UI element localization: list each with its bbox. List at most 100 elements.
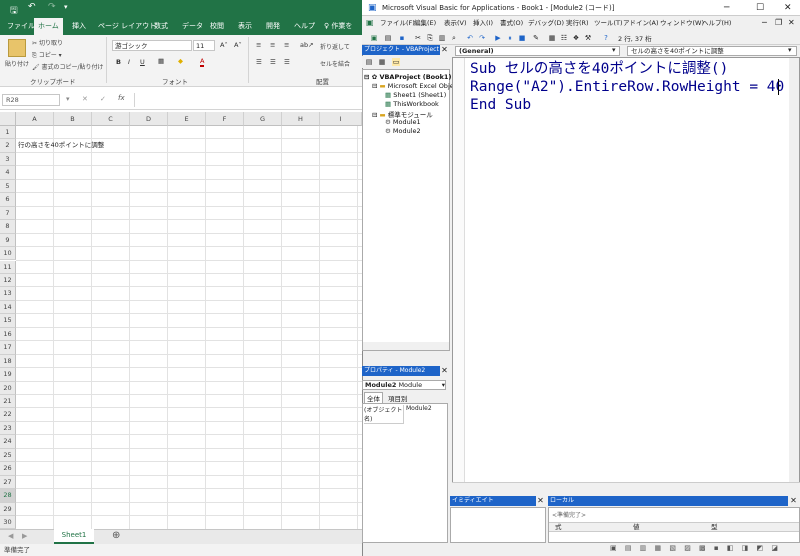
column-header-g[interactable]: G <box>244 112 282 126</box>
italic-button[interactable]: I <box>128 58 130 66</box>
undo-icon[interactable]: ↶ <box>466 34 474 42</box>
namebox-dropdown-icon[interactable]: ▾ <box>66 95 70 103</box>
cut-button[interactable]: ✂ 切り取り <box>32 38 63 47</box>
menu-file[interactable]: ファイル(F) <box>380 16 415 31</box>
row-header-19[interactable]: 19 <box>0 368 16 382</box>
locals-col-expression[interactable]: 式 <box>555 523 562 532</box>
save-icon[interactable]: 🖫 <box>10 3 18 19</box>
tree-sheet1[interactable]: ▦ Sheet1 (Sheet1) <box>385 91 446 99</box>
bold-button[interactable]: B <box>116 58 121 66</box>
column-header-f[interactable]: F <box>206 112 244 126</box>
row-header-1[interactable]: 1 <box>0 126 16 140</box>
code-hscrollbar[interactable] <box>452 482 800 490</box>
code-editor[interactable] <box>452 57 800 483</box>
merge-center-button[interactable]: セルを結合 <box>320 59 350 68</box>
next-sheet-icon[interactable]: ▶ <box>22 532 27 540</box>
help-icon[interactable]: ? <box>602 34 610 42</box>
name-box[interactable]: R28 <box>2 94 60 106</box>
row-header-14[interactable]: 14 <box>0 300 16 315</box>
redo-icon[interactable]: ↷ <box>48 2 56 12</box>
menu-addins[interactable]: アドイン(A) <box>623 16 659 31</box>
row-header-4[interactable]: 4 <box>0 166 16 180</box>
locals-col-type[interactable]: 型 <box>711 523 718 532</box>
tab-formulas[interactable]: 数式 <box>150 18 172 35</box>
row-header-15[interactable]: 15 <box>0 314 16 328</box>
align-center-icon[interactable]: ☰ <box>270 58 276 66</box>
wrap-text-button[interactable]: 折り返して <box>320 42 350 51</box>
reset-icon[interactable]: ■ <box>518 34 526 42</box>
row-header-5[interactable]: 5 <box>0 179 16 194</box>
tab-data[interactable]: データ <box>178 18 207 35</box>
find-icon[interactable]: ⌕ <box>450 34 458 42</box>
font-name-select[interactable]: 游ゴシック <box>112 40 192 51</box>
tree-module1[interactable]: ⚙ Module1 <box>385 118 421 126</box>
row-header-13[interactable]: 13 <box>0 287 16 301</box>
run-icon[interactable]: ▶ <box>494 34 502 42</box>
row-header-2[interactable]: 2 <box>0 139 16 153</box>
column-header-b[interactable]: B <box>54 112 92 126</box>
code-line-1[interactable]: Sub セルの高さを40ポイントに調整() <box>470 60 728 78</box>
tab-categorized[interactable]: 項目別 <box>386 393 410 403</box>
row-header-23[interactable]: 23 <box>0 421 16 436</box>
align-bottom-icon[interactable]: ≡ <box>284 41 289 49</box>
select-all-corner[interactable] <box>0 112 16 126</box>
row-header-27[interactable]: 27 <box>0 475 16 490</box>
row-header-12[interactable]: 12 <box>0 273 16 288</box>
procedure-dropdown[interactable]: セルの高さを40ポイントに調整 <box>627 46 797 56</box>
tab-home[interactable]: ホーム <box>34 18 63 35</box>
locals-close-icon[interactable]: ✕ <box>789 496 798 505</box>
column-header-c[interactable]: C <box>92 112 130 126</box>
object-dropdown-icon[interactable]: ▾ <box>612 46 616 54</box>
font-size-select[interactable]: 11 <box>193 40 215 51</box>
row-header-26[interactable]: 26 <box>0 462 16 476</box>
paste-icon[interactable]: ▥ <box>438 34 446 42</box>
row-header-10[interactable]: 10 <box>0 247 16 261</box>
project-explorer-icon[interactable]: ▦ <box>548 34 556 42</box>
break-icon[interactable]: ⏸ <box>506 34 514 42</box>
menu-debug[interactable]: デバッグ(D) <box>528 16 564 31</box>
align-left-icon[interactable]: ☰ <box>256 58 262 66</box>
menu-tools[interactable]: ツール(T) <box>594 16 623 31</box>
procedure-dropdown-icon[interactable]: ▾ <box>788 46 792 54</box>
redo-icon[interactable]: ↷ <box>478 34 486 42</box>
excel-icon[interactable]: ▣ <box>366 18 374 27</box>
align-middle-icon[interactable]: ≡ <box>270 41 275 49</box>
row-header-25[interactable]: 25 <box>0 448 16 463</box>
column-header-h[interactable]: H <box>282 112 320 126</box>
close-icon[interactable]: ✕ <box>784 0 792 16</box>
insert-function-button[interactable]: fx <box>118 94 125 102</box>
copy-icon[interactable]: ⎘ <box>426 34 434 42</box>
design-mode-icon[interactable]: ✎ <box>532 34 540 42</box>
row-header-9[interactable]: 9 <box>0 233 16 248</box>
row-header-22[interactable]: 22 <box>0 408 16 422</box>
immediate-close-icon[interactable]: ✕ <box>536 496 545 505</box>
row-header-17[interactable]: 17 <box>0 341 16 355</box>
row-header-8[interactable]: 8 <box>0 220 16 234</box>
align-right-icon[interactable]: ☰ <box>284 58 290 66</box>
column-header-i[interactable]: I <box>320 112 362 126</box>
cancel-icon[interactable]: ✕ <box>82 95 88 103</box>
paste-icon[interactable] <box>8 39 26 57</box>
column-header-a[interactable]: A <box>16 112 54 126</box>
row-header-11[interactable]: 11 <box>0 260 16 274</box>
orientation-icon[interactable]: ab↗ <box>300 41 314 49</box>
tab-developer[interactable]: 開発 <box>262 18 284 35</box>
add-sheet-icon[interactable]: ⊕ <box>112 530 120 541</box>
code-vscrollbar[interactable] <box>789 58 799 482</box>
row-header-21[interactable]: 21 <box>0 395 16 409</box>
menu-help[interactable]: ヘルプ(H) <box>702 16 731 31</box>
tree-vbaproject[interactable]: ⊟ ✿ VBAProject (Book1) <box>364 73 451 81</box>
sheet-tab-sheet1[interactable]: Sheet1 <box>54 529 94 544</box>
row-header-7[interactable]: 7 <box>0 206 16 221</box>
row-header-3[interactable]: 3 <box>0 152 16 167</box>
tree-module2[interactable]: ⚙ Module2 <box>385 127 421 135</box>
immediate-window[interactable] <box>450 507 546 543</box>
quick-access-menu-icon[interactable]: ▾ <box>64 3 68 11</box>
view-code-icon[interactable]: ▤ <box>365 58 373 66</box>
code-line-3[interactable]: End Sub <box>470 96 531 114</box>
format-painter-button[interactable]: 🖌 書式のコピー/貼り付け <box>32 62 104 71</box>
tab-view[interactable]: 表示 <box>234 18 256 35</box>
child-restore-icon[interactable]: ❐ <box>775 18 782 27</box>
tab-help[interactable]: ヘルプ <box>290 18 319 35</box>
menu-edit[interactable]: 編集(E) <box>414 16 436 31</box>
